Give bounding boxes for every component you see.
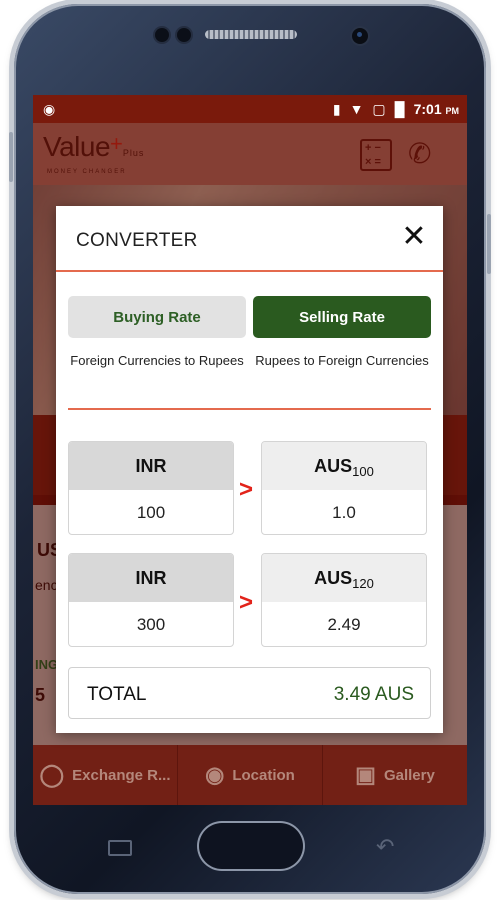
no-sim-icon: ▢ bbox=[372, 100, 386, 117]
from-currency-label: INR bbox=[69, 554, 233, 602]
dialog-header: CONVERTER ✕ bbox=[56, 206, 443, 272]
total-label: TOTAL bbox=[87, 684, 147, 705]
from-currency-label: INR bbox=[69, 442, 233, 490]
to-currency-label: AUS 120 bbox=[262, 554, 426, 602]
converter-dialog: CONVERTER ✕ Buying Rate Selling Rate For… bbox=[56, 206, 443, 733]
to-currency-label: AUS 100 bbox=[262, 442, 426, 490]
from-currency-box: INR 100 bbox=[68, 441, 234, 535]
converted-amount: 2.49 bbox=[327, 615, 361, 634]
to-currency-rate: 120 bbox=[352, 575, 374, 591]
from-amount-input[interactable]: 300 bbox=[69, 602, 233, 646]
front-camera-icon bbox=[352, 28, 368, 44]
to-currency-box: AUS 100 1.0 bbox=[261, 441, 427, 535]
close-icon[interactable]: ✕ bbox=[399, 222, 429, 252]
from-currency-box: INR 300 bbox=[68, 553, 234, 647]
from-amount-input[interactable]: 100 bbox=[69, 490, 233, 534]
to-currency-box: AUS 120 2.49 bbox=[261, 553, 427, 647]
volume-button bbox=[9, 132, 13, 182]
buying-rate-button[interactable]: Buying Rate bbox=[68, 296, 246, 338]
home-button[interactable] bbox=[199, 823, 303, 869]
sensor-dot-icon bbox=[177, 28, 191, 42]
power-button bbox=[487, 214, 491, 274]
arrow-right-icon: > bbox=[239, 589, 254, 616]
status-bar: ◉ ▮ ▼ ▢ █ 7:01 PM bbox=[33, 95, 467, 123]
total-value: 3.49 AUS bbox=[333, 684, 414, 705]
selling-rate-description: Rupees to Foreign Currencies bbox=[255, 353, 429, 368]
buying-rate-description: Foreign Currencies to Rupees bbox=[70, 353, 244, 368]
sensor-dot-icon bbox=[155, 28, 169, 42]
android-icon: ◉ bbox=[43, 100, 56, 117]
back-key-icon[interactable]: ↶ bbox=[376, 834, 394, 860]
divider bbox=[68, 408, 431, 410]
to-currency-rate: 100 bbox=[352, 463, 374, 479]
wifi-icon: ▼ bbox=[349, 101, 364, 117]
selling-rate-button[interactable]: Selling Rate bbox=[253, 296, 431, 338]
total-box: TOTAL 3.49 AUS bbox=[68, 667, 431, 719]
earpiece-speaker bbox=[205, 30, 297, 39]
battery-icon: █ bbox=[394, 101, 405, 117]
status-time: 7:01 PM bbox=[413, 101, 459, 117]
arrow-right-icon: > bbox=[239, 476, 254, 503]
recent-apps-key-icon[interactable] bbox=[108, 840, 132, 856]
vibrate-icon: ▮ bbox=[332, 100, 341, 117]
converted-amount: 1.0 bbox=[332, 503, 356, 522]
dialog-title: CONVERTER bbox=[76, 230, 198, 251]
